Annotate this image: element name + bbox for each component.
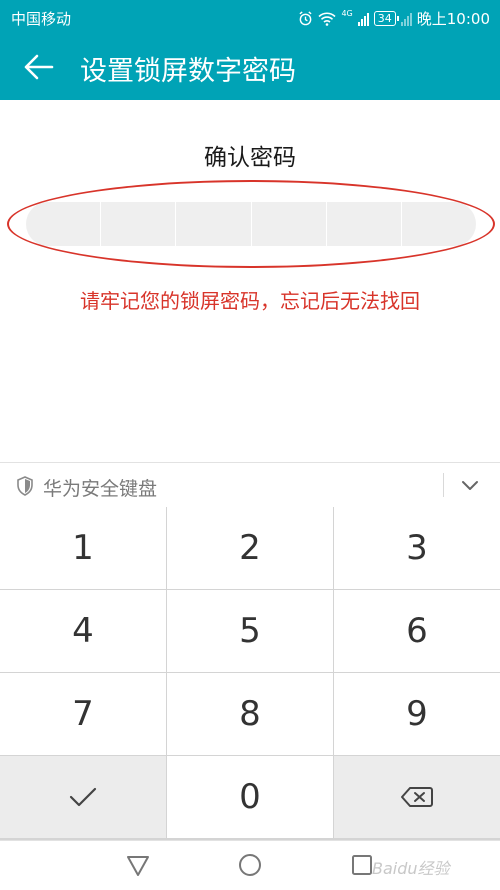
shield-icon bbox=[17, 476, 33, 496]
key-3[interactable]: 3 bbox=[334, 507, 500, 589]
status-icons: 4G 34 晚上10:00 bbox=[298, 8, 490, 29]
carrier-label: 中国移动 bbox=[11, 10, 72, 28]
pin-cell bbox=[176, 202, 252, 246]
pin-cell bbox=[252, 202, 327, 246]
back-arrow-icon[interactable] bbox=[22, 50, 56, 84]
key-5[interactable]: 5 bbox=[167, 590, 333, 672]
numeric-keypad: 1 2 3 4 5 6 7 8 9 0 bbox=[0, 507, 500, 840]
backspace-icon bbox=[401, 787, 433, 807]
key-8[interactable]: 8 bbox=[167, 673, 333, 755]
key-0[interactable]: 0 bbox=[167, 756, 333, 838]
page-title: 设置锁屏数字密码 bbox=[80, 56, 296, 87]
app-header: 中国移动 4G 34 晚上10:00 设置锁屏数字密码 bbox=[0, 0, 500, 100]
key-2[interactable]: 2 bbox=[167, 507, 333, 589]
signal-icon bbox=[357, 12, 369, 26]
pin-cell bbox=[26, 202, 102, 246]
alarm-icon bbox=[299, 11, 313, 26]
secure-keyboard-header: 华为安全键盘 bbox=[0, 462, 500, 508]
confirm-key[interactable] bbox=[0, 756, 166, 838]
key-1[interactable]: 1 bbox=[0, 507, 166, 589]
status-bar: 中国移动 4G 34 晚上10:00 bbox=[0, 0, 500, 34]
signal-icon-2 bbox=[400, 12, 412, 26]
pin-input-field[interactable] bbox=[26, 202, 476, 246]
watermark: Baidu经验 bbox=[372, 859, 450, 878]
chevron-down-icon[interactable] bbox=[458, 475, 482, 495]
key-6[interactable]: 6 bbox=[334, 590, 500, 672]
pin-cell bbox=[101, 202, 177, 246]
key-9[interactable]: 9 bbox=[334, 673, 500, 755]
clock-label: 晚上10:00 bbox=[416, 10, 490, 28]
pin-cell bbox=[402, 202, 476, 246]
network-type-label: 4G bbox=[341, 9, 353, 18]
confirm-password-label: 确认密码 bbox=[204, 145, 296, 171]
key-4[interactable]: 4 bbox=[0, 590, 166, 672]
divider bbox=[443, 473, 444, 497]
key-7[interactable]: 7 bbox=[0, 673, 166, 755]
checkmark-icon bbox=[69, 787, 97, 807]
keyboard-title: 华为安全键盘 bbox=[43, 478, 158, 500]
title-bar: 设置锁屏数字密码 bbox=[0, 36, 500, 100]
backspace-key[interactable] bbox=[334, 756, 500, 838]
pin-cell bbox=[327, 202, 402, 246]
circle-home-icon[interactable] bbox=[236, 851, 264, 879]
wifi-icon bbox=[318, 12, 337, 26]
triangle-back-icon[interactable] bbox=[124, 851, 152, 879]
battery-icon: 34 bbox=[373, 11, 399, 26]
annotation-note: 请牢记您的锁屏密码，忘记后无法找回 bbox=[80, 289, 420, 313]
